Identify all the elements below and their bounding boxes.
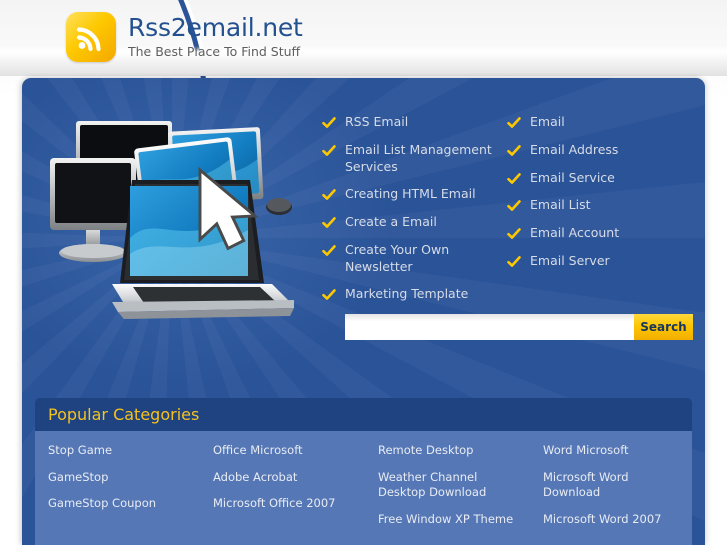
search-input[interactable] bbox=[345, 314, 634, 340]
keyword-link[interactable]: Email List bbox=[507, 197, 682, 214]
keyword-column-left: RSS Email Email List Management Services… bbox=[322, 114, 507, 314]
keyword-link-label: Email Server bbox=[530, 252, 610, 268]
keyword-links: RSS Email Email List Management Services… bbox=[322, 114, 702, 314]
keyword-link-label: Create Your Own Newsletter bbox=[345, 241, 450, 274]
category-link[interactable]: Remote Desktop bbox=[378, 443, 530, 459]
keyword-link[interactable]: Email Service bbox=[507, 170, 682, 187]
keyword-link[interactable]: RSS Email bbox=[322, 114, 507, 131]
category-link[interactable]: Free Window XP Theme bbox=[378, 512, 530, 528]
popular-categories-header: Popular Categories bbox=[35, 398, 692, 431]
category-link[interactable]: Adobe Acrobat bbox=[213, 470, 365, 486]
search-bar: Search bbox=[345, 314, 693, 340]
rss-wave-icon bbox=[66, 12, 116, 62]
check-icon bbox=[507, 117, 521, 128]
category-link[interactable]: Word Microsoft bbox=[543, 443, 692, 459]
keyword-link[interactable]: Email Address bbox=[507, 142, 682, 159]
keyword-link-label: Email Account bbox=[530, 225, 620, 240]
check-icon bbox=[507, 228, 521, 239]
check-icon bbox=[322, 244, 336, 256]
check-icon bbox=[322, 189, 336, 201]
check-icon bbox=[507, 200, 521, 212]
category-link[interactable]: Microsoft Word 2007 bbox=[543, 512, 692, 528]
check-icon bbox=[322, 289, 336, 301]
keyword-link[interactable]: Create a Email bbox=[322, 214, 507, 231]
keyword-link-label: Email bbox=[530, 114, 565, 129]
computers-cursor-illustration bbox=[32, 120, 332, 320]
category-column: Word Microsoft Microsoft Word Download M… bbox=[530, 443, 692, 539]
keyword-link-label: Email Service bbox=[530, 169, 615, 185]
category-link[interactable]: Office Microsoft bbox=[213, 443, 365, 459]
category-column: Stop Game GameStop GameStop Coupon bbox=[35, 443, 200, 539]
keyword-link-label: Create a Email bbox=[345, 214, 437, 229]
check-icon bbox=[322, 117, 336, 128]
category-link[interactable]: Microsoft Office 2007 bbox=[213, 496, 365, 512]
keyword-link-label: Email Address bbox=[530, 141, 619, 157]
keyword-link[interactable]: Marketing Template bbox=[322, 286, 507, 303]
check-icon bbox=[322, 217, 336, 228]
category-column: Remote Desktop Weather Channel Desktop D… bbox=[365, 443, 530, 539]
check-icon bbox=[322, 144, 336, 156]
category-link[interactable]: Microsoft Word Download bbox=[543, 470, 692, 501]
site-logo[interactable]: Rss2email.net The Best Place To Find Stu… bbox=[66, 12, 303, 62]
popular-categories-body: Stop Game GameStop GameStop Coupon Offic… bbox=[35, 431, 692, 545]
category-column: Office Microsoft Adobe Acrobat Microsoft… bbox=[200, 443, 365, 539]
site-title: Rss2email.net bbox=[128, 13, 303, 42]
search-button[interactable]: Search bbox=[634, 314, 693, 340]
keyword-link-label: Email List Management Services bbox=[345, 141, 492, 174]
keyword-link-label: RSS Email bbox=[345, 114, 409, 129]
category-link[interactable]: Weather Channel Desktop Download bbox=[378, 470, 530, 501]
check-icon bbox=[507, 172, 521, 184]
keyword-link[interactable]: Create Your Own Newsletter bbox=[322, 242, 507, 276]
keyword-link[interactable]: Creating HTML Email bbox=[322, 186, 507, 203]
site-header: Rss2email.net The Best Place To Find Stu… bbox=[0, 0, 727, 76]
keyword-link[interactable]: Email bbox=[507, 114, 682, 131]
keyword-link-label: Email List bbox=[530, 197, 591, 213]
keyword-link[interactable]: Email List Management Services bbox=[322, 142, 507, 176]
keyword-link-label: Marketing Template bbox=[345, 286, 469, 302]
check-icon bbox=[507, 144, 521, 156]
page-root: Rss2email.net The Best Place To Find Stu… bbox=[0, 0, 727, 545]
keyword-column-right: Email Email Address Email Service Email … bbox=[507, 114, 682, 314]
popular-categories-section: Popular Categories Stop Game GameStop Ga… bbox=[35, 398, 692, 545]
popular-categories-title: Popular Categories bbox=[48, 404, 200, 424]
category-link[interactable]: Stop Game bbox=[48, 443, 200, 459]
keyword-link[interactable]: Email Account bbox=[507, 225, 682, 242]
category-link[interactable]: GameStop bbox=[48, 470, 200, 486]
logo-text-block: Rss2email.net The Best Place To Find Stu… bbox=[128, 12, 303, 60]
main-blue-panel: RSS Email Email List Management Services… bbox=[22, 78, 705, 545]
keyword-link[interactable]: Email Server bbox=[507, 253, 682, 270]
site-tagline: The Best Place To Find Stuff bbox=[128, 44, 301, 59]
check-icon bbox=[507, 255, 521, 267]
category-link[interactable]: GameStop Coupon bbox=[48, 496, 200, 512]
keyword-link-label: Creating HTML Email bbox=[345, 186, 476, 202]
